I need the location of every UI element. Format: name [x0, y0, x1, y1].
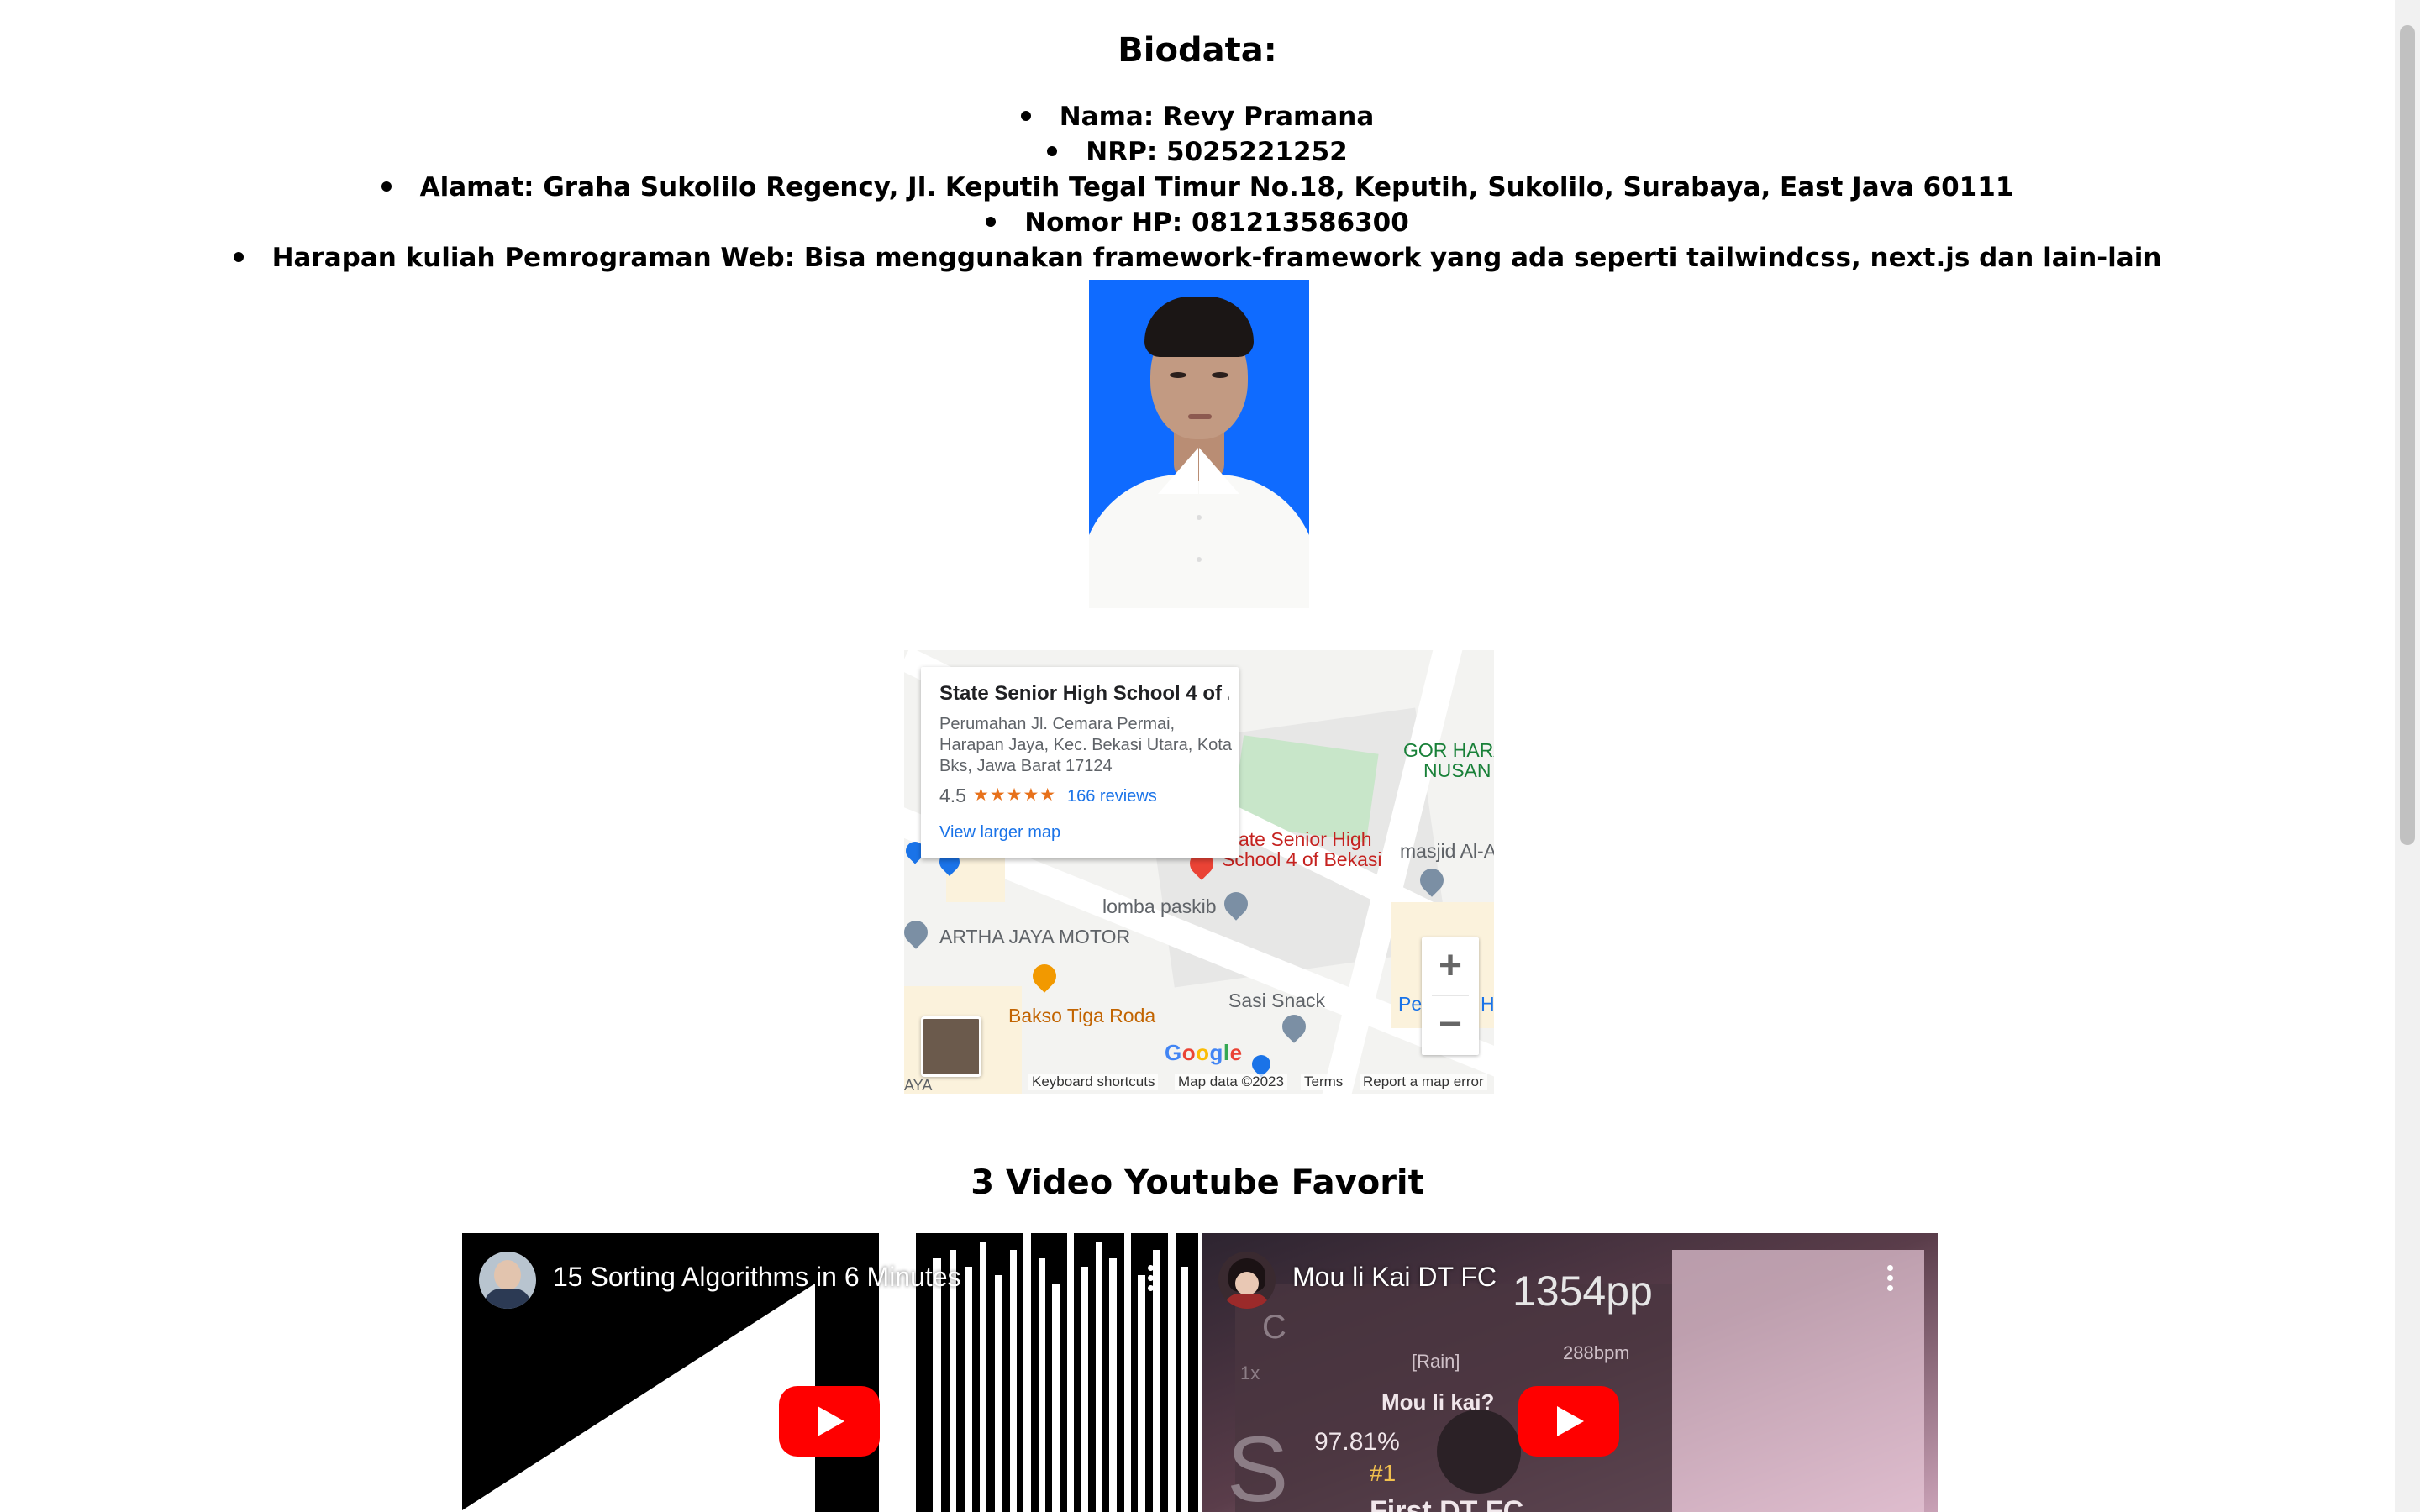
youtube-video-1[interactable]: 15 Sorting Algorithms in 6 Minutes: [462, 1233, 1198, 1512]
photo-collar-right: [1199, 448, 1239, 494]
photo-shoulders: [1089, 475, 1309, 608]
map-label-gor[interactable]: GOR HARA: [1403, 739, 1494, 762]
place-rating: 4.5: [939, 785, 966, 806]
reviews-link[interactable]: 166 reviews: [1067, 787, 1157, 806]
overlay-pp: 1354pp: [1512, 1268, 1653, 1315]
list-item: Harapan kuliah Pemrograman Web: Bisa men…: [0, 240, 2395, 276]
bullet-icon: [1047, 145, 1058, 156]
more-options-icon[interactable]: [1887, 1265, 1894, 1294]
photo-eye-left: [1170, 372, 1186, 378]
map-label-sasi[interactable]: Sasi Snack: [1228, 990, 1325, 1012]
overlay-1x: 1x: [1240, 1362, 1260, 1383]
google-logo: Google: [1165, 1040, 1243, 1065]
biodata-hp: Nomor HP: 081213586300: [1024, 207, 1409, 238]
map-data-text: Map data ©2023: [1175, 1074, 1287, 1090]
overlay-rank: #1: [1370, 1460, 1397, 1486]
overlay-song: Mou li kai?: [1381, 1389, 1495, 1415]
terms-link[interactable]: Terms: [1301, 1074, 1347, 1090]
overlay-bpm: 288bpm: [1563, 1342, 1630, 1363]
video-title[interactable]: 15 Sorting Algorithms in 6 Minutes: [553, 1262, 961, 1293]
play-button[interactable]: [779, 1386, 880, 1457]
biodata-nrp: NRP: 5025221252: [1086, 137, 1348, 167]
photo-eye-right: [1212, 372, 1228, 378]
map-label-masjid[interactable]: masjid Al-A: [1400, 840, 1494, 863]
more-options-icon[interactable]: [1148, 1265, 1155, 1294]
list-item: Nama: Revy Pramana: [0, 99, 2395, 134]
google-map-embed[interactable]: ate Senior High School 4 of Bekasi GOR H…: [904, 650, 1494, 1094]
biodata-alamat: Alamat: Graha Sukolilo Regency, Jl. Kepu…: [419, 172, 2014, 202]
overlay-c: C: [1262, 1309, 1286, 1346]
map-label-gor[interactable]: NUSAN: [1423, 759, 1491, 782]
map-label-school[interactable]: ate Senior High: [1239, 828, 1372, 851]
biodata-nama: Nama: Revy Pramana: [1059, 102, 1375, 132]
zoom-in-button[interactable]: +: [1422, 937, 1479, 995]
profile-photo: [1089, 280, 1309, 608]
bullet-icon: [1020, 110, 1031, 121]
view-larger-map-link[interactable]: View larger map: [939, 823, 1060, 843]
map-layer-thumbnail[interactable]: [921, 1016, 981, 1077]
channel-avatar[interactable]: [479, 1252, 536, 1309]
map-label-pe[interactable]: Pe: [1398, 993, 1422, 1016]
overlay-grade: S: [1227, 1418, 1289, 1512]
biodata-harapan: Harapan kuliah Pemrograman Web: Bisa men…: [271, 243, 2162, 273]
play-icon: [818, 1406, 844, 1436]
map-label-lomba[interactable]: lomba paskib: [1102, 895, 1217, 918]
page: Biodata: Nama: Revy Pramana NRP: 5025221…: [0, 0, 2395, 1512]
photo-collar-left: [1158, 448, 1198, 494]
scrollbar-thumb[interactable]: [2400, 25, 2415, 845]
videos-title: 3 Video Youtube Favorit: [971, 1163, 1424, 1202]
list-item: Alamat: Graha Sukolilo Regency, Jl. Kepu…: [0, 170, 2395, 205]
photo-mouth: [1188, 414, 1212, 419]
biodata-title: Biodata:: [1118, 31, 1277, 70]
photo-shirt-button: [1197, 557, 1202, 562]
biodata-list: Nama: Revy Pramana NRP: 5025221252 Alama…: [0, 99, 2395, 276]
map-label-h[interactable]: H: [1481, 993, 1494, 1016]
place-title: State Senior High School 4 of ...: [939, 682, 1229, 705]
overlay-first: First DT FC: [1370, 1495, 1524, 1512]
bullet-icon: [986, 216, 997, 227]
report-map-error-link[interactable]: Report a map error: [1360, 1074, 1487, 1090]
map-label-school[interactable]: School 4 of Bekasi: [1222, 848, 1382, 871]
map-footer: Keyboard shortcuts Map data ©2023 Terms …: [904, 1070, 1494, 1094]
zoom-out-button[interactable]: −: [1422, 996, 1479, 1053]
overlay-accuracy: 97.81%: [1314, 1428, 1400, 1456]
video-title[interactable]: Mou li Kai DT FC: [1292, 1262, 1497, 1293]
play-icon: [1557, 1406, 1584, 1436]
channel-avatar[interactable]: [1218, 1252, 1276, 1309]
photo-hair: [1144, 297, 1254, 357]
map-label-bakso[interactable]: Bakso Tiga Roda: [1008, 1005, 1155, 1027]
list-item: Nomor HP: 081213586300: [0, 205, 2395, 240]
star-rating-icon: ★★★★★: [973, 785, 1057, 805]
page-scrollbar[interactable]: [2395, 0, 2420, 1512]
zoom-controls: + −: [1422, 937, 1479, 1055]
overlay-rain: [Rain]: [1412, 1351, 1460, 1372]
place-info-card: State Senior High School 4 of ... Peruma…: [921, 667, 1239, 858]
play-button[interactable]: [1518, 1386, 1619, 1457]
photo-shirt-button: [1197, 515, 1202, 520]
youtube-video-2[interactable]: 1354pp 288bpm [Rain] Mou li kai? 97.81% …: [1202, 1233, 1938, 1512]
map-label-artha[interactable]: ARTHA JAYA MOTOR: [939, 926, 1130, 948]
bullet-icon: [233, 251, 244, 262]
keyboard-shortcuts-link[interactable]: Keyboard shortcuts: [1028, 1074, 1159, 1090]
list-item: NRP: 5025221252: [0, 134, 2395, 170]
bullet-icon: [381, 181, 392, 192]
place-address: Perumahan Jl. Cemara Permai, Harapan Jay…: [939, 715, 1232, 775]
